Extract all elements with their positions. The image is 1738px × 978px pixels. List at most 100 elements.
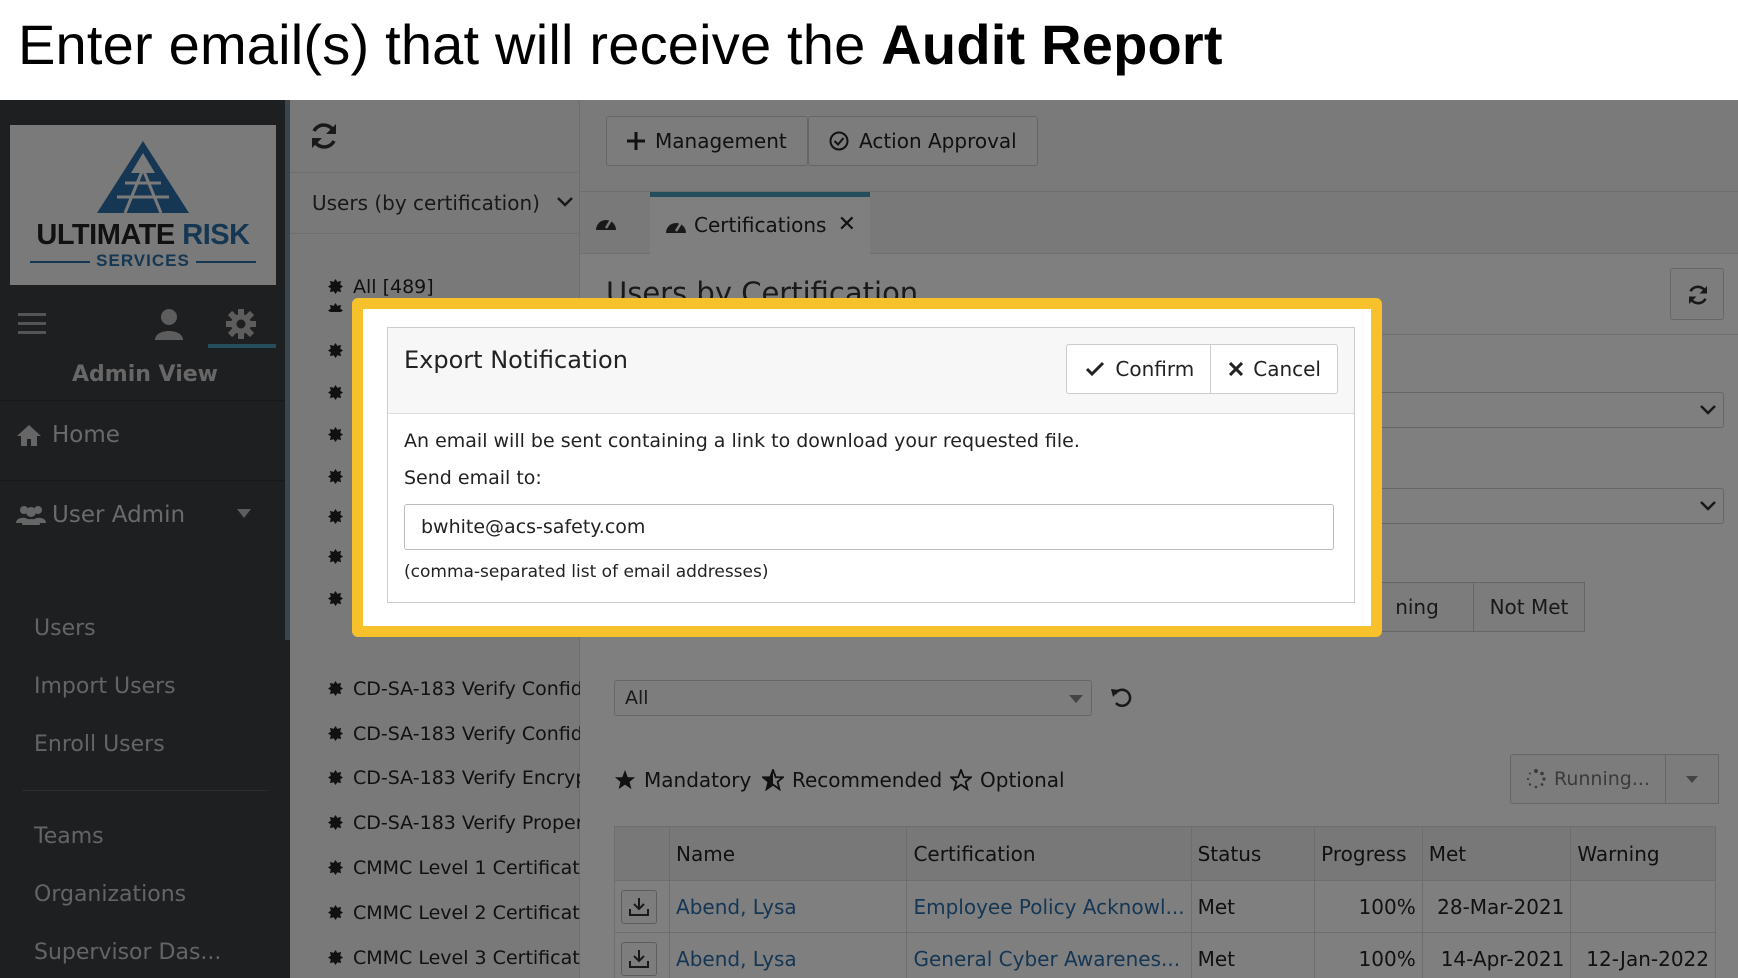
close-icon <box>1229 362 1244 376</box>
row-actions <box>613 880 671 933</box>
certificate-seal-icon <box>328 343 343 358</box>
tree-item[interactable]: CD-SA-183 Verify Proper <box>328 812 580 834</box>
confirm-button[interactable]: Confirm <box>1067 345 1210 393</box>
tree-item[interactable]: CMMC Level 2 Certificatic <box>328 902 580 924</box>
user-name-link[interactable]: Abend, Lysa <box>669 880 908 933</box>
tree-item[interactable]: CD-SA-183 Verify Confide <box>328 678 580 700</box>
tree-item[interactable]: CMMC Level 3 Certificatic <box>328 947 580 969</box>
sidebar-subitem-users[interactable]: Users <box>34 616 96 641</box>
tree-item[interactable]: CD-SA-183 Verify Encrypt <box>328 767 580 789</box>
column-header-met[interactable]: Met <box>1421 826 1572 881</box>
certificate-seal-icon <box>328 860 343 875</box>
download-button[interactable] <box>621 941 657 976</box>
email-field-help: (comma-separated list of email addresses… <box>404 562 769 582</box>
certification-link[interactable]: Employee Policy Acknowl... <box>906 880 1192 933</box>
download-tray-icon <box>629 897 649 916</box>
legend-optional: Optional <box>950 768 1065 792</box>
certification-link[interactable]: General Cyber Awarenes... <box>906 932 1192 978</box>
filter-select-1[interactable] <box>1364 392 1724 428</box>
users-table: Name Certification Status Progress Met W… <box>613 826 1716 978</box>
dashboard-gauge-icon <box>666 222 686 233</box>
category-select-value: All <box>625 687 649 709</box>
table-header-row: Name Certification Status Progress Met W… <box>613 826 1716 881</box>
download-tray-icon <box>629 949 649 968</box>
export-dropdown-toggle[interactable] <box>1665 754 1719 804</box>
main-toolbar: Management Action Approval <box>580 100 1738 192</box>
tree-item[interactable]: CD-SA-183 Verify Confide <box>328 723 580 745</box>
tree-view-select-value: Users (by certification) <box>312 191 540 215</box>
met-date-cell: 28-Mar-2021 <box>1421 880 1572 933</box>
refresh-icon <box>1689 285 1707 305</box>
sidebar-item-label: Home <box>52 422 120 448</box>
action-approval-button[interactable]: Action Approval <box>808 116 1038 166</box>
column-header-name[interactable]: Name <box>669 826 908 881</box>
user-icon[interactable] <box>155 308 183 340</box>
instruction-text: Enter email(s) that will receive the Aud… <box>18 13 1223 76</box>
star-half-icon <box>762 769 784 791</box>
sidebar-subitem-teams[interactable]: Teams <box>34 824 104 849</box>
company-logo: ULTIMATE RISK SERVICES <box>10 125 276 285</box>
sidebar: ULTIMATE RISK SERVICES Admin View Home U… <box>0 100 290 978</box>
star-filled-icon <box>614 769 636 790</box>
column-header-progress[interactable]: Progress <box>1314 826 1423 881</box>
column-header-warning[interactable]: Warning <box>1570 826 1716 881</box>
gear-icon[interactable] <box>225 308 257 340</box>
row-actions <box>613 932 671 978</box>
tree-item[interactable]: All [489] <box>328 276 580 298</box>
certificate-seal-icon <box>328 549 343 564</box>
export-running-button[interactable]: Running... <box>1510 754 1666 804</box>
logo-line2: SERVICES <box>10 251 276 271</box>
certificate-seal-icon <box>328 905 343 920</box>
chevron-down-icon <box>1700 501 1716 511</box>
check-icon <box>1086 361 1105 377</box>
dialog-message: An email will be sent containing a link … <box>404 430 1080 452</box>
legend-mandatory: Mandatory <box>614 768 751 792</box>
tab-certifications[interactable]: Certifications ✕ <box>650 192 870 254</box>
certificate-seal-icon <box>328 815 343 830</box>
certificate-seal-icon <box>328 279 343 294</box>
tree-view-select[interactable]: Users (by certification) <box>290 172 580 234</box>
sidebar-tools <box>0 300 285 350</box>
tree-item[interactable]: CMMC Level 1 Certificatic <box>328 857 580 879</box>
met-date-cell: 14-Apr-2021 <box>1421 932 1572 978</box>
column-header-status[interactable]: Status <box>1190 826 1316 881</box>
sidebar-item-home[interactable]: Home <box>0 400 285 470</box>
report-refresh-button[interactable] <box>1670 268 1724 320</box>
sidebar-item-user-admin[interactable]: User Admin <box>0 480 285 550</box>
cancel-button[interactable]: Cancel <box>1210 345 1337 393</box>
refresh-icon[interactable] <box>308 120 340 152</box>
tab-bar: Certifications ✕ <box>580 192 1738 254</box>
download-button[interactable] <box>621 889 657 924</box>
export-notification-dialog: Export Notification Confirm Cancel An em… <box>387 327 1355 603</box>
status-filter-not-met[interactable]: Not Met <box>1473 582 1585 632</box>
sidebar-subitem-organizations[interactable]: Organizations <box>34 882 186 907</box>
sidebar-subitem-import-users[interactable]: Import Users <box>34 674 176 699</box>
chevron-down-icon <box>557 197 573 207</box>
caret-down-icon <box>1069 695 1083 703</box>
email-field[interactable] <box>404 504 1334 550</box>
home-icon <box>17 425 41 446</box>
mountain-logo-icon <box>97 141 189 214</box>
warning-date-cell <box>1570 880 1716 933</box>
email-field-label: Send email to: <box>404 467 542 489</box>
dialog-header: Export Notification Confirm Cancel <box>388 328 1354 414</box>
user-name-link[interactable]: Abend, Lysa <box>669 932 908 978</box>
progress-cell: 100% <box>1314 932 1423 978</box>
dashboard-gauge-icon[interactable] <box>594 212 618 232</box>
management-button[interactable]: Management <box>606 116 808 166</box>
sidebar-item-label: User Admin <box>52 502 186 528</box>
certificate-seal-icon <box>328 385 343 400</box>
undo-icon[interactable] <box>1110 686 1132 708</box>
hamburger-menu-icon[interactable] <box>18 312 46 336</box>
status-cell: Met <box>1190 932 1316 978</box>
sidebar-subitem-enroll-users[interactable]: Enroll Users <box>34 732 165 757</box>
column-header-certification[interactable]: Certification <box>906 826 1192 881</box>
table-row: Abend, Lysa General Cyber Awarenes... Me… <box>613 932 1716 978</box>
app-window: ULTIMATE RISK SERVICES Admin View Home U… <box>0 100 1738 978</box>
sidebar-subitem-supervisor-dashboard[interactable]: Supervisor Das... <box>34 940 221 965</box>
category-select[interactable]: All <box>614 680 1092 716</box>
sidebar-divider <box>22 790 267 791</box>
active-tool-indicator <box>208 344 276 348</box>
close-tab-icon[interactable]: ✕ <box>838 212 856 237</box>
filter-select-2[interactable] <box>1364 488 1724 524</box>
